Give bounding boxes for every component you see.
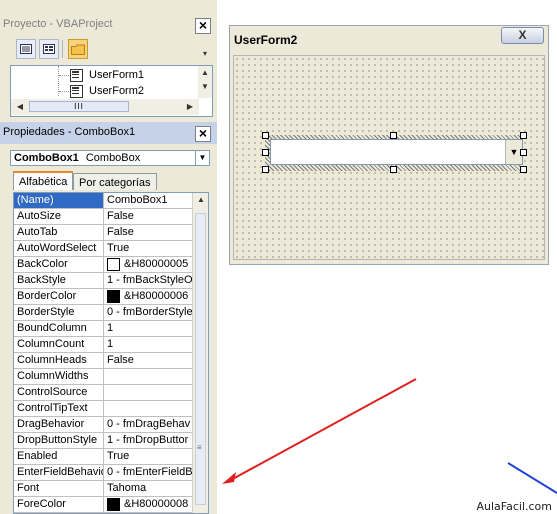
tab-alfabetica[interactable]: Alfabética xyxy=(13,171,74,190)
annotation-line xyxy=(507,462,557,494)
annotation-arrow xyxy=(228,378,417,482)
annotation-arrowhead xyxy=(222,472,236,484)
annotation-layer xyxy=(222,378,557,494)
tab-label: Alfabética xyxy=(19,176,68,188)
watermark: AulaFacil.com xyxy=(476,500,552,513)
